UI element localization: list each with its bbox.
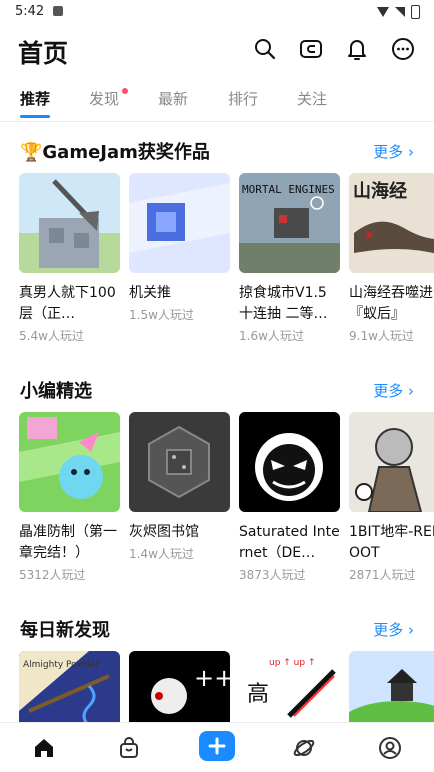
game-card[interactable]: 晶准防制（第一章完结！） 5312人玩过 — [19, 412, 120, 583]
active-tab-indicator — [20, 115, 50, 118]
game-name: 真男人就下100层（正… — [19, 285, 116, 322]
tab-bar: 推荐 发现 最新 排行 关注 — [0, 84, 434, 118]
more-label: 更多 — [373, 382, 404, 400]
game-plays: 3873人玩过 — [239, 568, 306, 582]
more-link-gamejam[interactable]: 更多 › — [373, 141, 414, 162]
profile-icon[interactable] — [375, 733, 405, 763]
search-icon[interactable] — [252, 36, 278, 62]
planet-icon[interactable] — [289, 733, 319, 763]
game-card[interactable]: ++ — [129, 651, 230, 722]
game-card[interactable]: 高 up ↑ up ↑ — [239, 651, 340, 722]
game-plays: 5312人玩过 — [19, 568, 86, 582]
more-label: 更多 — [373, 621, 404, 639]
thumb-text: 高 — [247, 682, 269, 707]
battery-icon — [411, 5, 420, 19]
game-card[interactable]: MORTAL ENGINES 掠食城市V1.5十连抽 二等… 1.6w人玩过 — [239, 173, 340, 344]
game-card[interactable]: 真男人就下100层（正… 5.4w人玩过 — [19, 173, 120, 344]
game-plays: 9.1w人玩过 — [349, 329, 414, 343]
game-card[interactable]: 山海经 山海经吞噬进化『蚁后』 9.1w人玩过 — [349, 173, 434, 344]
game-thumbnail: 高 up ↑ up ↑ — [239, 651, 340, 722]
shop-bag-icon[interactable] — [114, 733, 144, 763]
more-link-picks[interactable]: 更多 › — [373, 380, 414, 401]
thumb-text: MORTAL ENGINES — [242, 183, 335, 196]
game-thumbnail — [19, 412, 120, 512]
game-card[interactable]: 灰烬图书馆 1.4w人玩过 — [129, 412, 230, 562]
game-plays: 1.5w人玩过 — [129, 308, 194, 322]
message-icon[interactable] — [390, 36, 416, 62]
signal-icon — [395, 7, 405, 17]
more-label: 更多 — [373, 143, 404, 161]
header: 首页 — [0, 24, 434, 80]
tab-latest[interactable]: 最新 — [158, 88, 188, 109]
section-title-gamejam: 🏆GameJam获奖作品 — [20, 142, 210, 163]
game-card[interactable]: Saturated Internet（DE… 3873人玩过 — [239, 412, 340, 583]
tab-discover[interactable]: 发现 — [89, 88, 119, 109]
status-bar: 5:42 — [0, 0, 434, 24]
game-plays: 2871人玩过 — [349, 568, 416, 582]
section-title-daily: 每日新发现 — [20, 620, 110, 641]
game-thumbnail: ++ — [129, 651, 230, 722]
plus-icon — [208, 737, 226, 755]
game-card[interactable]: 机关推 1.5w人玩过 — [129, 173, 230, 323]
game-thumbnail — [349, 412, 434, 512]
bottom-nav — [0, 722, 434, 772]
game-thumbnail: Almighty Powder — [19, 651, 120, 722]
page-title: 首页 — [18, 39, 69, 68]
game-thumbnail — [239, 412, 340, 512]
game-thumbnail — [129, 412, 230, 512]
svg-text:++: ++ — [194, 664, 230, 692]
thumb-text: Almighty Powder — [23, 660, 99, 670]
game-name: 灰烬图书馆 — [129, 524, 199, 540]
wallet-icon[interactable] — [298, 36, 324, 62]
game-thumbnail: 山海经 — [349, 173, 434, 273]
notification-icon — [53, 6, 63, 16]
game-name: 掠食城市V1.5十连抽 二等… — [239, 285, 328, 322]
game-thumbnail: MORTAL ENGINES — [239, 173, 340, 273]
discover-badge — [122, 88, 128, 94]
svg-text:up ↑ up ↑: up ↑ up ↑ — [269, 658, 316, 668]
tab-divider — [0, 121, 434, 122]
game-name: 1BIT地牢-REBOOT — [349, 524, 434, 561]
game-plays: 1.4w人玩过 — [129, 547, 194, 561]
tab-recommend[interactable]: 推荐 — [20, 88, 50, 109]
section-title-picks: 小编精选 — [20, 381, 92, 402]
game-name: Saturated Internet（DE… — [239, 524, 340, 561]
game-card[interactable]: 1BIT地牢-REBOOT 2871人玩过 — [349, 412, 434, 583]
game-plays: 5.4w人玩过 — [19, 329, 84, 343]
game-thumbnail — [349, 651, 434, 722]
bell-icon[interactable] — [344, 36, 370, 62]
tab-ranking[interactable]: 排行 — [228, 88, 258, 109]
wifi-icon — [377, 7, 389, 17]
game-name: 山海经吞噬进化『蚁后』 — [349, 285, 434, 322]
game-card[interactable] — [349, 651, 434, 722]
game-plays: 1.6w人玩过 — [239, 329, 304, 343]
game-thumbnail — [129, 173, 230, 273]
game-card[interactable]: Almighty Powder — [19, 651, 120, 722]
status-time: 5:42 — [15, 4, 45, 19]
game-name: 晶准防制（第一章完结！） — [19, 524, 117, 561]
create-button[interactable] — [199, 731, 235, 761]
game-name: 机关推 — [129, 285, 171, 301]
more-link-daily[interactable]: 更多 › — [373, 619, 414, 640]
thumb-text: 山海经 — [353, 180, 407, 202]
tab-following[interactable]: 关注 — [297, 88, 327, 109]
game-thumbnail — [19, 173, 120, 273]
home-icon[interactable] — [29, 733, 59, 763]
